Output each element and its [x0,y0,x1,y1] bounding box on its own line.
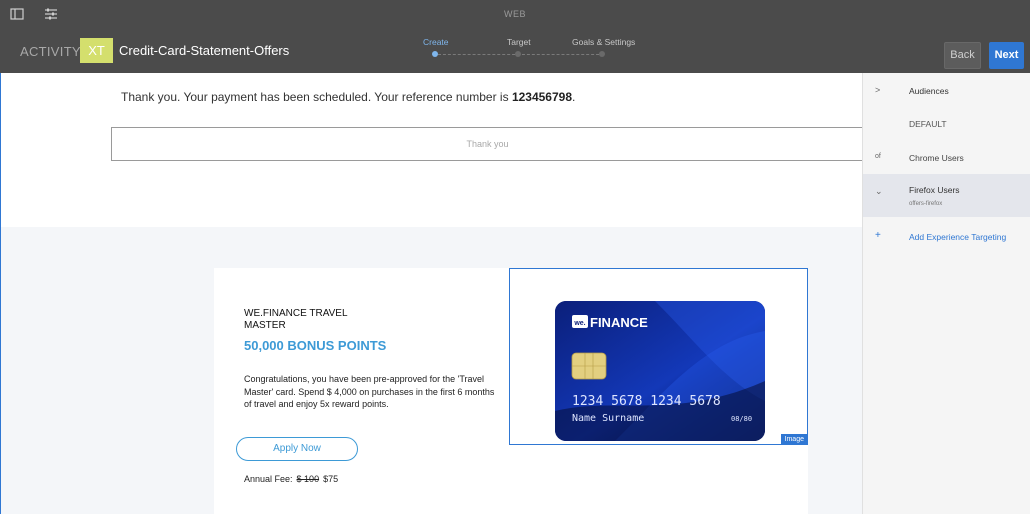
rail-item-default[interactable]: DEFAULT [863,107,1030,140]
add-experience-targeting-link[interactable]: Add Experience Targeting [909,232,1006,242]
rail-item-firefox-users[interactable]: ⌄ Firefox Users offers-firefox [863,174,1030,217]
confirmation-suffix: . [572,90,576,104]
card-number: 1234 5678 1234 5678 [572,394,721,409]
thank-you-box[interactable]: Thank you [111,127,863,161]
step-create[interactable]: Create [423,37,449,47]
confirmation-section: Thank you. Your payment has been schedul… [1,73,863,227]
chrome-users-marker: of [875,153,881,160]
card-expiry: 08/80 [731,415,752,423]
offer-title: WE.FINANCE TRAVEL MASTER [244,308,348,331]
step-target[interactable]: Target [507,37,531,47]
targeting-rail: > Audiences DEFAULT of Chrome Users ⌄ Fi… [862,73,1030,514]
annual-fee-old: $ 100 [296,474,320,484]
chrome-users-label: Chrome Users [909,153,964,163]
audiences-label: Audiences [909,86,949,96]
card-brand-prefix: we. [573,320,585,327]
back-button[interactable]: Back [944,42,981,69]
plus-icon[interactable]: + [875,230,881,241]
rail-item-chrome-users[interactable]: of Chrome Users [863,141,1030,174]
apply-now-button[interactable]: Apply Now [236,437,358,461]
mode-label: WEB [503,9,526,19]
next-button[interactable]: Next [989,42,1024,69]
default-label: DEFAULT [909,119,947,129]
firefox-users-offer: offers-firefox [909,201,943,207]
annual-fee-new: $75 [323,474,339,484]
step-target-dot[interactable] [515,51,521,57]
top-bar: WEB ACTIVITY: XT Credit-Card-Statement-O… [0,0,1030,73]
workflow-steps: Create Target Goals & Settings [410,36,650,60]
offer-description: Congratulations, you have been pre-appro… [244,374,495,409]
chevron-down-icon[interactable]: ⌄ [875,186,883,197]
image-tag: Image [780,434,808,445]
annual-fee-label: Annual Fee: [244,474,293,484]
chevron-right-icon[interactable]: > [875,85,880,95]
step-goals-settings[interactable]: Goals & Settings [572,37,635,47]
confirmation-message: Thank you. Your payment has been schedul… [121,90,512,104]
activity-type-badge: XT [80,38,113,63]
reference-number: 123456798 [511,90,573,104]
credit-card-image: we. FINANCE 1234 5678 1234 5678 Name Sur… [555,301,765,441]
offer-bonus-points: 50,000 BONUS POINTS [244,338,387,353]
firefox-users-label: Firefox Users [909,185,960,195]
annual-fee: Annual Fee: $ 100 $75 [244,474,338,484]
activity-name[interactable]: Credit-Card-Statement-Offers [119,43,289,58]
card-brand: FINANCE [590,315,648,330]
rail-item-add-targeting[interactable]: + Add Experience Targeting [863,221,1030,251]
rail-item-audiences[interactable]: > Audiences [863,73,1030,106]
step-goals-dot[interactable] [599,51,605,57]
step-create-dot[interactable] [432,51,438,57]
card-holder: Name Surname [572,413,644,424]
payment-confirmation-text[interactable]: Thank you. Your payment has been schedul… [121,90,575,104]
activity-label: ACTIVITY: [20,44,85,59]
steps-connector [438,54,604,55]
selected-image-frame[interactable]: we. FINANCE 1234 5678 1234 5678 Name Sur… [509,268,808,445]
